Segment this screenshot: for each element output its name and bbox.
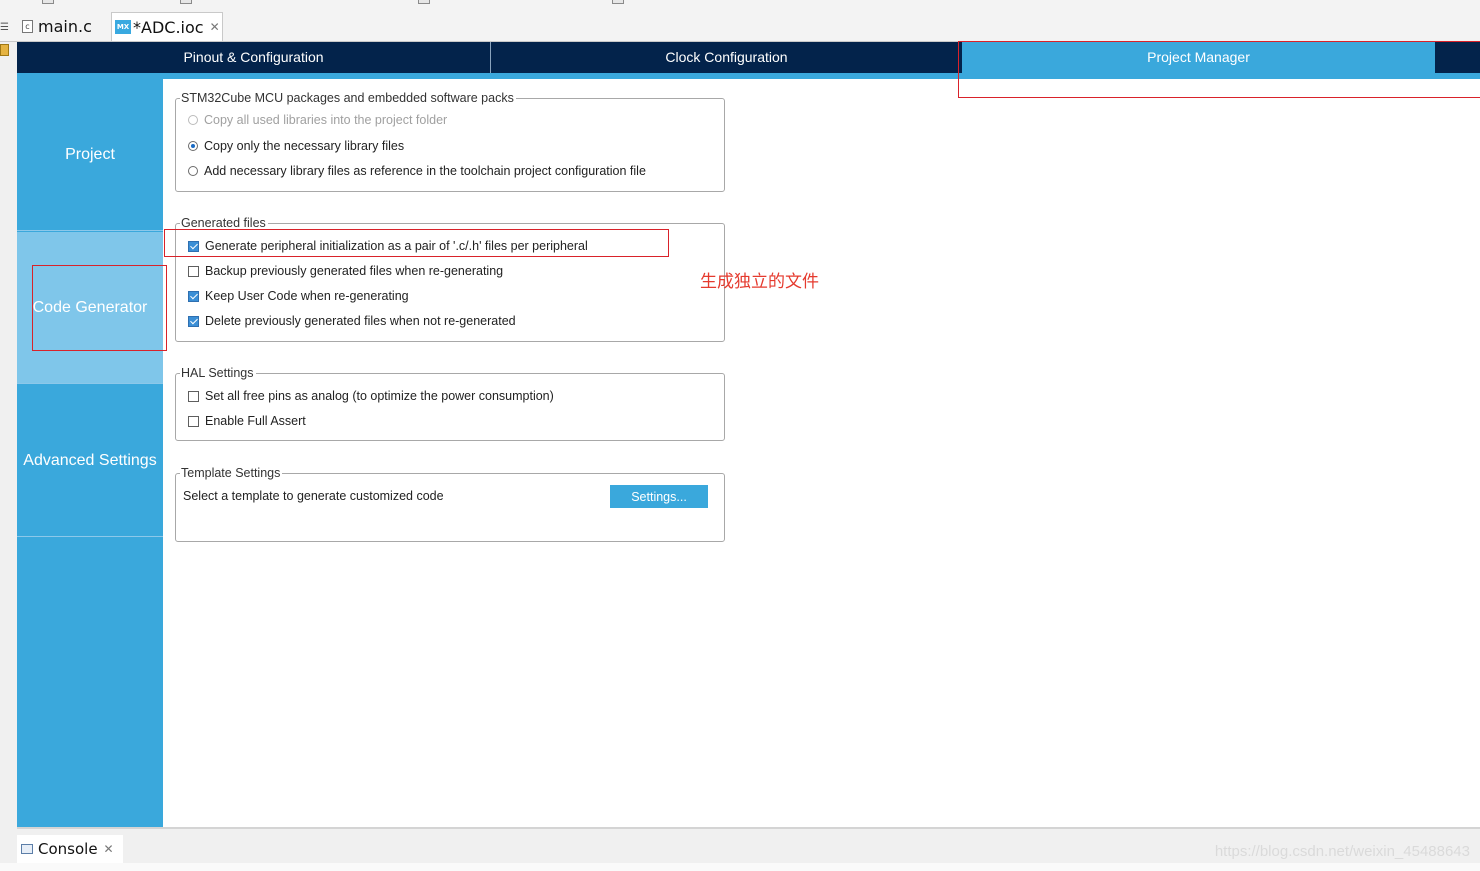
checkbox-free-pins-analog[interactable]: Set all free pins as analog (to optimize… xyxy=(188,388,554,404)
tab-pinout-configuration[interactable]: Pinout & Configuration xyxy=(17,42,491,73)
annotation-box-generate-option xyxy=(164,229,669,257)
checkbox-keep-user-code[interactable]: Keep User Code when re-generating xyxy=(188,288,409,304)
checkbox-enable-full-assert[interactable]: Enable Full Assert xyxy=(188,413,306,429)
option-label: Delete previously generated files when n… xyxy=(205,314,516,328)
c-file-icon: c xyxy=(22,19,33,33)
option-label: Copy only the necessary library files xyxy=(204,139,405,153)
sidebar-item-project[interactable]: Project xyxy=(17,79,163,231)
mx-icon: MX xyxy=(115,20,131,34)
annotation-box-code-generator xyxy=(32,265,167,351)
option-label: Enable Full Assert xyxy=(205,414,306,428)
radio-add-as-reference[interactable]: Add necessary library files as reference… xyxy=(188,163,646,179)
sidebar-item-advanced-settings[interactable]: Advanced Settings xyxy=(17,385,163,537)
close-console-icon[interactable]: ✕ xyxy=(104,842,114,856)
toolbar-icon[interactable] xyxy=(418,0,430,4)
radio-button[interactable] xyxy=(188,141,198,151)
editor-tab-main-c[interactable]: c main.c xyxy=(19,12,114,40)
editor-tab-label: *ADC.ioc xyxy=(133,17,204,37)
checkbox-delete-generated-files[interactable]: Delete previously generated files when n… xyxy=(188,313,516,329)
editor-tab-label: main.c xyxy=(38,16,92,36)
folder-icon[interactable] xyxy=(0,44,9,56)
radio-button[interactable] xyxy=(188,166,198,176)
console-body xyxy=(0,863,1480,871)
toolbar-icon[interactable] xyxy=(42,0,54,4)
console-icon xyxy=(21,844,33,854)
watermark-text: https://blog.csdn.net/weixin_45488643 xyxy=(1214,843,1470,860)
group-title: Template Settings xyxy=(180,465,283,481)
checkbox[interactable] xyxy=(188,315,199,327)
option-label: Backup previously generated files when r… xyxy=(205,264,504,278)
console-tab-label: Console xyxy=(38,840,98,858)
checkbox[interactable] xyxy=(188,290,199,302)
sidebar: Project Code Generator Advanced Settings xyxy=(17,79,163,827)
template-description: Select a template to generate customized… xyxy=(183,489,444,503)
radio-button[interactable] xyxy=(188,115,198,125)
console-tab[interactable]: Console ✕ xyxy=(17,835,123,863)
hal-settings-group: HAL Settings Set all free pins as analog… xyxy=(175,365,725,441)
toolbar-icon[interactable] xyxy=(180,0,192,4)
checkbox[interactable] xyxy=(188,265,199,277)
code-generator-panel: STM32Cube MCU packages and embedded soft… xyxy=(163,79,1480,827)
panel-divider[interactable] xyxy=(17,827,1480,829)
editor-tab-adc-ioc[interactable]: MX *ADC.ioc ✕ xyxy=(111,12,223,41)
checkbox[interactable] xyxy=(188,390,199,402)
packages-group: STM32Cube MCU packages and embedded soft… xyxy=(175,90,725,192)
option-label: Add necessary library files as reference… xyxy=(204,164,646,178)
template-settings-group: Template Settings Select a template to g… xyxy=(175,465,725,542)
editor-tab-strip: c main.c MX *ADC.ioc ✕ xyxy=(0,12,1480,42)
settings-button[interactable]: Settings... xyxy=(610,485,708,508)
menu-icon[interactable]: ☰ xyxy=(0,22,9,33)
checkbox[interactable] xyxy=(188,415,199,427)
group-title: HAL Settings xyxy=(180,365,256,381)
radio-copy-all-libraries[interactable]: Copy all used libraries into the project… xyxy=(188,112,447,128)
checkbox-backup-generated-files[interactable]: Backup previously generated files when r… xyxy=(188,263,503,279)
tab-clock-configuration[interactable]: Clock Configuration xyxy=(491,42,962,73)
annotation-box-project-manager xyxy=(958,41,1480,98)
option-label: Copy all used libraries into the project… xyxy=(204,113,448,127)
annotation-text: 生成独立的文件 xyxy=(700,272,819,292)
option-label: Keep User Code when re-generating xyxy=(205,289,409,303)
group-title: STM32Cube MCU packages and embedded soft… xyxy=(180,90,516,106)
radio-copy-necessary-files[interactable]: Copy only the necessary library files xyxy=(188,138,404,154)
option-label: Set all free pins as analog (to optimize… xyxy=(205,389,554,403)
toolbar-icon[interactable] xyxy=(612,0,624,4)
close-tab-icon[interactable]: ✕ xyxy=(210,20,220,34)
